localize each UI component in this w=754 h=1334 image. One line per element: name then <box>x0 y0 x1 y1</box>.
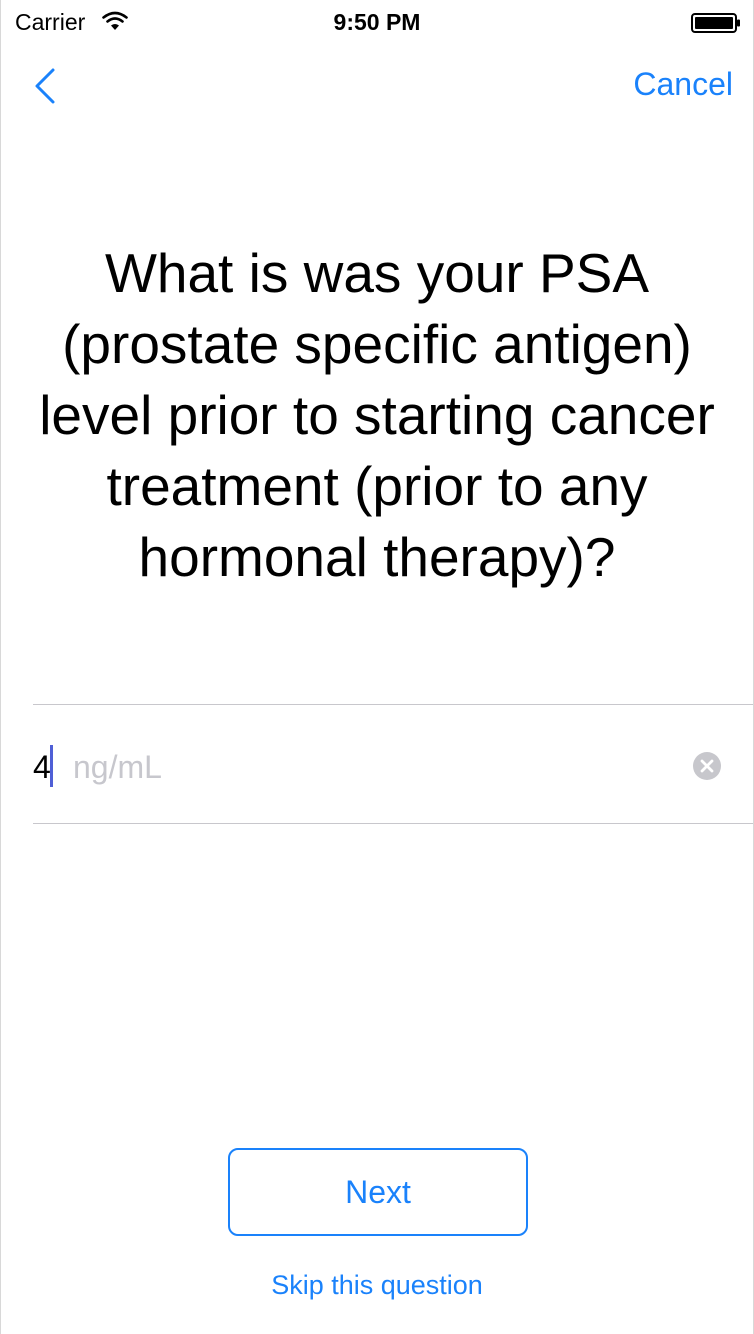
text-caret <box>50 745 53 787</box>
answer-input-value[interactable]: 4 <box>33 749 51 786</box>
screen: Carrier 9:50 PM Cancel What is was your … <box>0 0 754 1334</box>
unit-placeholder: ng/mL <box>73 749 162 785</box>
next-button[interactable]: Next <box>228 1148 528 1236</box>
battery-icon <box>691 13 740 33</box>
status-time: 9:50 PM <box>333 9 421 35</box>
cancel-button[interactable]: Cancel <box>633 66 733 103</box>
back-chevron-icon[interactable] <box>27 62 67 110</box>
status-bar: Carrier 9:50 PM <box>1 0 753 42</box>
answer-field[interactable]: 4 ng/mL <box>33 705 721 823</box>
clear-circle-icon[interactable] <box>693 752 721 780</box>
question-text: What is was your PSA (prostate specific … <box>39 242 715 588</box>
field-divider-bottom <box>33 823 753 824</box>
skip-question-link[interactable]: Skip this question <box>1 1270 753 1301</box>
